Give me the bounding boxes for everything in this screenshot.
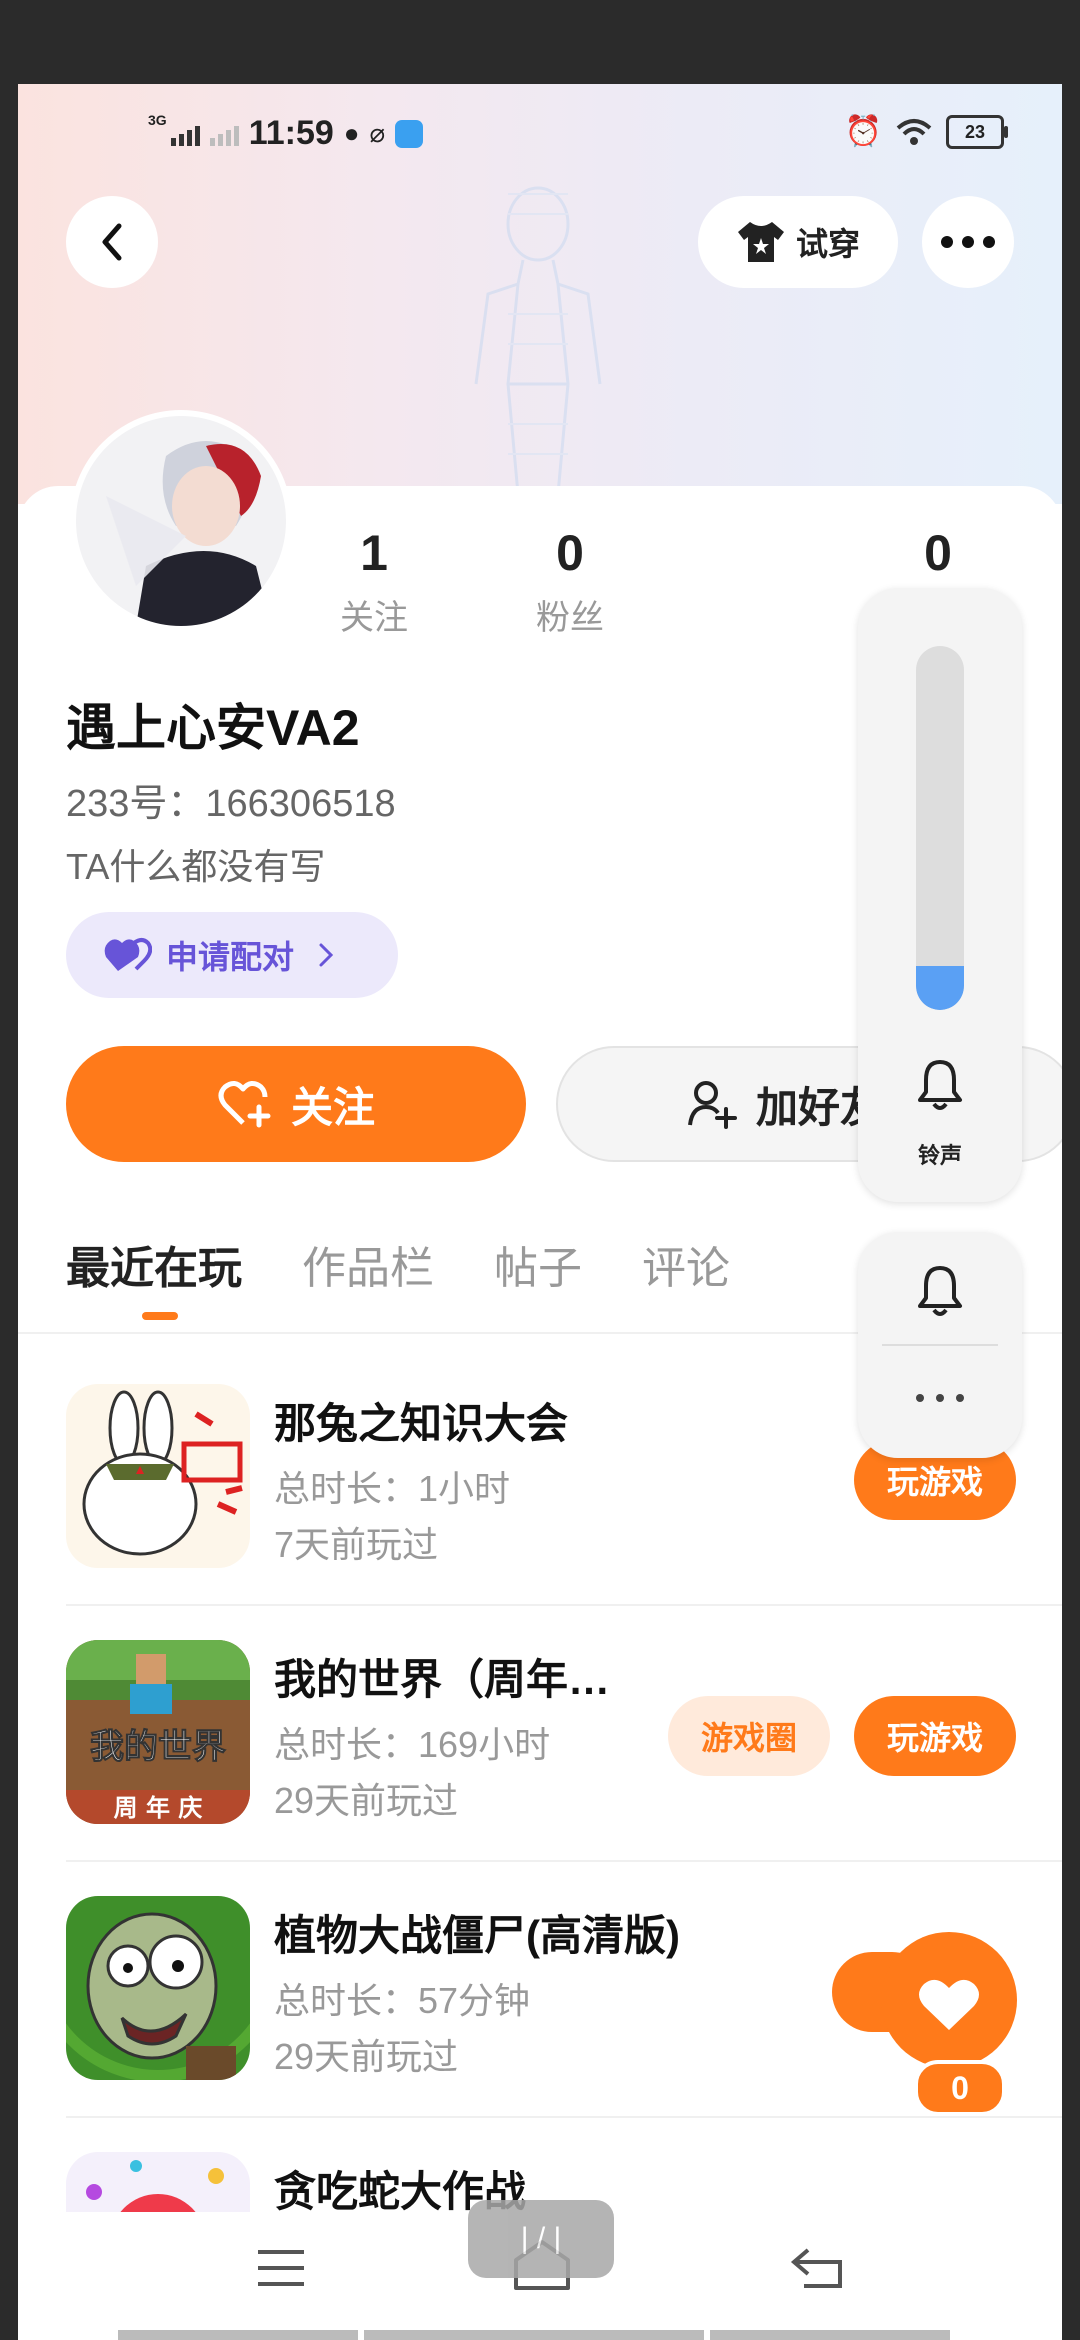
profile-tabs: 最近在玩 作品栏 帖子 评论 [66, 1232, 966, 1320]
back-icon[interactable] [790, 2246, 846, 2290]
pair-label: 申请配对 [166, 939, 295, 975]
battery-icon: 23 [946, 114, 1008, 149]
game-icon-minecraft: 我的世界 周 年 庆 [66, 1640, 250, 1824]
like-button[interactable]: 0 [874, 1930, 1024, 2116]
game-duration: 总时长：1小时 [274, 1468, 511, 1509]
game-circle-button[interactable]: 游戏圈 [668, 1696, 830, 1776]
followers-count: 0 [556, 525, 584, 581]
svg-text:周 年 庆: 周 年 庆 [114, 1794, 203, 1822]
follow-button[interactable]: 关注 [66, 1046, 526, 1162]
try-on-label: 试穿 [795, 226, 860, 262]
row-divider [66, 1860, 1062, 1862]
link-icon: ⌀ [369, 118, 386, 148]
try-on-button[interactable]: 试穿 [698, 196, 898, 288]
profile-bio: TA什么都没有写 [66, 846, 326, 887]
status-left: 3G 11:59 ● ⌀ [148, 111, 424, 153]
like-count: 0 [914, 2060, 1006, 2116]
game-title: 植物大战僵尸(高清版) [274, 1912, 680, 1959]
panel-divider [882, 1344, 998, 1346]
more-dots-icon [941, 236, 995, 248]
svg-text:我的世界: 我的世界 [90, 1727, 226, 1767]
game-last-played: 29天前玩过 [274, 2036, 459, 2077]
following-count: 1 [360, 525, 388, 581]
bottom-gesture-bars [118, 2330, 978, 2340]
avatar-image [76, 416, 286, 626]
volume-quick-panel [858, 1232, 1022, 1458]
wifi-icon [896, 118, 932, 145]
game-icon-natu [66, 1384, 250, 1568]
volume-slider[interactable] [916, 646, 964, 1010]
rabbit-game-icon [66, 1384, 250, 1568]
game-title: 那兔之知识大会 [274, 1400, 569, 1447]
heart-plus-icon [218, 1081, 271, 1128]
tshirt-icon [737, 222, 784, 262]
row-divider [66, 1604, 1062, 1606]
bell-icon[interactable] [916, 1262, 964, 1318]
profile-uid: 233号：166306518 [66, 783, 396, 825]
status-right: ⏰ 23 [844, 114, 1008, 149]
app-notification-icon [395, 119, 424, 148]
home-indicator-pill[interactable]: | / | [468, 2200, 614, 2278]
tab-works[interactable]: 作品栏 [302, 1232, 434, 1312]
volume-label: 铃声 [917, 1143, 962, 1168]
bell-icon [918, 1060, 962, 1110]
tab-recent-played[interactable]: 最近在玩 [66, 1232, 242, 1320]
follow-label: 关注 [290, 1083, 375, 1131]
play-game-button[interactable]: 玩游戏 [854, 1696, 1016, 1776]
tab-comments[interactable]: 评论 [642, 1232, 730, 1312]
screen: 3G 11:59 ● ⌀ ⏰ 23 试穿 1 关注 0 粉丝 0 遇上心安VA2… [18, 84, 1062, 2340]
game-title: 我的世界（周年… [274, 1656, 611, 1703]
signal-icon-2 [209, 122, 239, 146]
wechat-icon: ● [343, 118, 360, 148]
stat-followers[interactable]: 0 粉丝 [490, 524, 650, 639]
avatar[interactable] [70, 410, 292, 632]
followers-label: 粉丝 [536, 599, 604, 637]
more-dots-icon[interactable] [914, 1392, 966, 1404]
game-row[interactable]: 我的世界 周 年 庆 我的世界（周年… 总时长：169小时 29天前玩过 游戏圈… [66, 1640, 1062, 1824]
menu-icon[interactable] [256, 2248, 306, 2288]
apply-pair-button[interactable]: 申请配对 [66, 912, 398, 998]
alarm-icon: ⏰ [844, 115, 882, 148]
game-duration: 总时长：57分钟 [274, 1980, 531, 2021]
signal-icon [170, 122, 200, 146]
avatar-3d-figure [474, 186, 602, 494]
game-icon-pvz [66, 1896, 250, 2080]
zombie-icon [66, 1896, 250, 2080]
network-type: 3G [148, 111, 167, 128]
stat-following[interactable]: 1 关注 [294, 524, 454, 639]
following-label: 关注 [340, 599, 408, 637]
game-duration: 总时长：169小时 [274, 1724, 551, 1765]
minecraft-icon: 我的世界 周 年 庆 [66, 1640, 250, 1824]
row-divider [66, 2116, 1062, 2118]
likes-count: 0 [924, 525, 952, 581]
game-last-played: 7天前玩过 [274, 1524, 439, 1565]
chevron-right-icon [319, 943, 334, 967]
more-options-button[interactable] [922, 196, 1014, 288]
add-user-icon [688, 1081, 737, 1129]
back-button[interactable] [66, 196, 158, 288]
clock: 11:59 [248, 114, 334, 152]
volume-level [916, 966, 964, 1010]
profile-name: 遇上心安VA2 [66, 700, 360, 756]
volume-panel[interactable]: 铃声 [858, 588, 1022, 1202]
heart-pair-icon [104, 938, 152, 971]
chevron-left-icon [102, 223, 122, 261]
game-last-played: 29天前玩过 [274, 1780, 459, 1821]
stat-likes[interactable]: 0 [888, 524, 988, 582]
tab-posts[interactable]: 帖子 [494, 1232, 582, 1312]
status-bar: 3G 11:59 ● ⌀ ⏰ 23 [18, 111, 1062, 164]
heart-icon [881, 1932, 1017, 2068]
